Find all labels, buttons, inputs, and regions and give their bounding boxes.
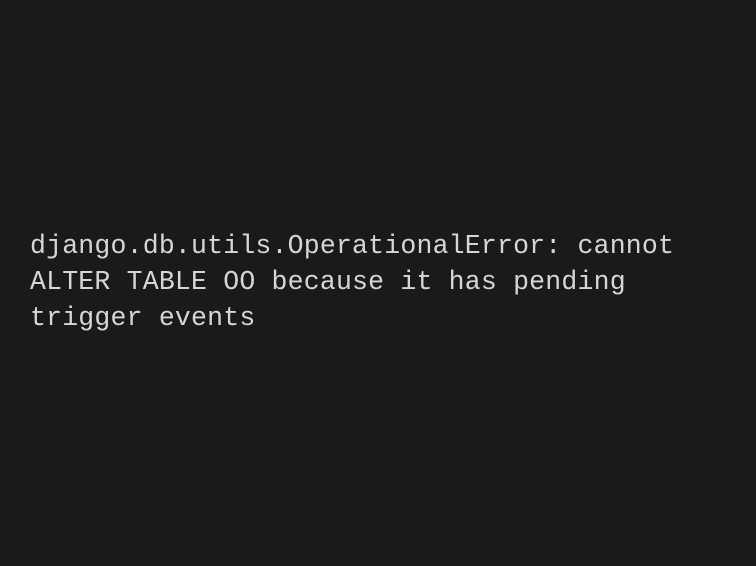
error-message: django.db.utils.OperationalError: cannot…	[30, 229, 726, 336]
